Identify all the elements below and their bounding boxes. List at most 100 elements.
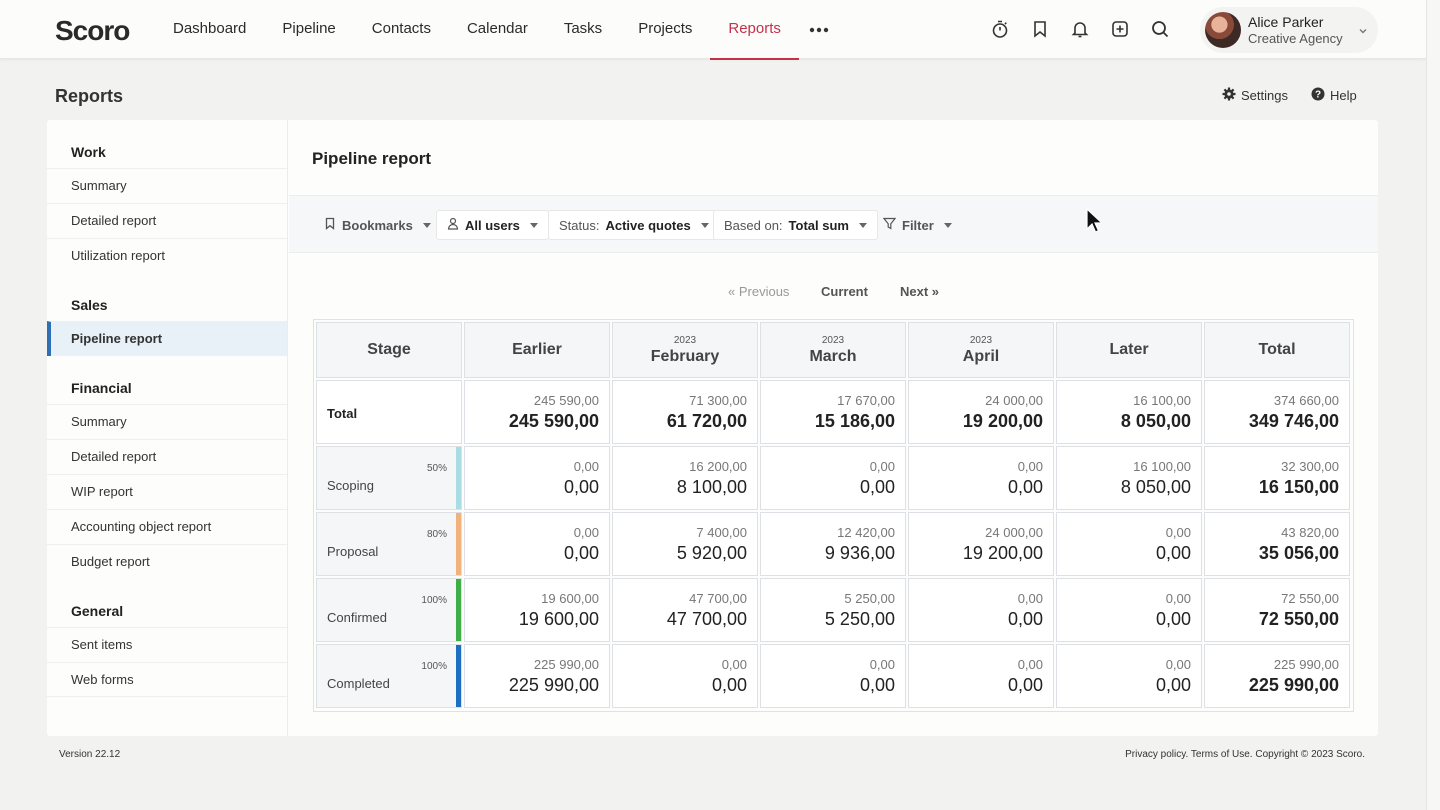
- sidebar-item-financial-summary[interactable]: Summary: [47, 404, 287, 439]
- add-icon[interactable]: [1105, 14, 1135, 44]
- more-horizontal-icon[interactable]: [799, 0, 839, 59]
- value-cell[interactable]: 0,00 0,00: [760, 446, 906, 510]
- value-main: 0,00: [563, 477, 599, 497]
- page-scrollbar[interactable]: [1426, 0, 1440, 810]
- help-link[interactable]: ? Help: [1311, 87, 1357, 104]
- column-header[interactable]: 2023 February: [612, 322, 758, 378]
- value-cell[interactable]: 72 550,00 72 550,00: [1204, 578, 1350, 642]
- column-header[interactable]: Total: [1204, 322, 1350, 378]
- value-cell[interactable]: 24 000,00 19 200,00: [908, 380, 1054, 444]
- value-cell[interactable]: 245 590,00 245 590,00: [464, 380, 610, 444]
- sidebar-item-pipeline-report[interactable]: Pipeline report: [47, 321, 287, 356]
- user-org: Creative Agency: [1248, 31, 1343, 46]
- value-cell[interactable]: 47 700,00 47 700,00: [612, 578, 758, 642]
- search-icon[interactable]: [1145, 14, 1175, 44]
- value-cell[interactable]: 32 300,00 16 150,00: [1204, 446, 1350, 510]
- value-cell[interactable]: 0,00 0,00: [908, 446, 1054, 510]
- caret-down-icon: [700, 222, 709, 228]
- nav-projects[interactable]: Projects: [620, 0, 710, 59]
- settings-link[interactable]: Settings: [1222, 87, 1288, 104]
- column-header[interactable]: 2023 April: [908, 322, 1054, 378]
- value-main: 19 200,00: [962, 543, 1043, 563]
- nav-contacts[interactable]: Contacts: [354, 0, 449, 59]
- value-cell[interactable]: 225 990,00 225 990,00: [464, 644, 610, 708]
- nav-pipeline[interactable]: Pipeline: [264, 0, 353, 59]
- based-on-dropdown[interactable]: Based on: Total sum: [713, 210, 878, 240]
- status-dropdown[interactable]: Status: Active quotes: [548, 210, 720, 240]
- sidebar-item-budget-report[interactable]: Budget report: [47, 544, 287, 579]
- previous-link[interactable]: « Previous: [728, 284, 789, 299]
- nav-dashboard[interactable]: Dashboard: [155, 0, 264, 59]
- value-weighted-base: 225 990,00: [533, 657, 599, 672]
- value-cell[interactable]: 225 990,00 225 990,00: [1204, 644, 1350, 708]
- value-cell[interactable]: 0,00 0,00: [612, 644, 758, 708]
- value-cell[interactable]: 43 820,00 35 056,00: [1204, 512, 1350, 576]
- column-header[interactable]: Later: [1056, 322, 1202, 378]
- sidebar-item-work-detailed-report[interactable]: Detailed report: [47, 203, 287, 238]
- column-year: 2023: [821, 334, 845, 346]
- bookmarks-label: Bookmarks: [342, 217, 413, 233]
- column-label: Earlier: [512, 341, 562, 358]
- nav-calendar[interactable]: Calendar: [449, 0, 546, 59]
- current-link[interactable]: Current: [821, 284, 868, 299]
- value-cell[interactable]: 0,00 0,00: [464, 446, 610, 510]
- value-cell[interactable]: 16 200,00 8 100,00: [612, 446, 758, 510]
- value-cell[interactable]: 16 100,00 8 050,00: [1056, 446, 1202, 510]
- settings-label: Settings: [1241, 88, 1288, 103]
- value-cell[interactable]: 0,00 0,00: [760, 644, 906, 708]
- filter-label: Filter: [902, 217, 934, 233]
- user-menu[interactable]: Alice Parker Creative Agency: [1200, 7, 1378, 53]
- stage-cell-scoping: 50% Scoping: [316, 446, 462, 510]
- value-main: 0,00: [1155, 609, 1191, 629]
- value-cell[interactable]: 374 660,00 349 746,00: [1204, 380, 1350, 444]
- value-cell[interactable]: 0,00 0,00: [908, 644, 1054, 708]
- value-cell[interactable]: 12 420,00 9 936,00: [760, 512, 906, 576]
- sidebar-item-wip-report[interactable]: WIP report: [47, 474, 287, 509]
- value-cell[interactable]: 0,00 0,00: [1056, 512, 1202, 576]
- filter-dropdown[interactable]: Filter: [872, 210, 963, 240]
- value-cell[interactable]: 71 300,00 61 720,00: [612, 380, 758, 444]
- value-weighted-base: 0,00: [1165, 525, 1191, 540]
- stage-cell-proposal: 80% Proposal: [316, 512, 462, 576]
- value-main: 349 746,00: [1248, 411, 1339, 431]
- column-header[interactable]: Stage: [316, 322, 462, 378]
- value-main: 0,00: [711, 675, 747, 695]
- stage-probability: 100%: [421, 595, 447, 606]
- value-main: 0,00: [1155, 675, 1191, 695]
- timer-icon[interactable]: [985, 14, 1015, 44]
- nav-tasks[interactable]: Tasks: [546, 0, 620, 59]
- value-cell[interactable]: 0,00 0,00: [1056, 644, 1202, 708]
- value-cell[interactable]: 5 250,00 5 250,00: [760, 578, 906, 642]
- total-row-label-cell: Total: [316, 380, 462, 444]
- value-weighted-base: 16 100,00: [1133, 393, 1191, 408]
- sidebar-item-sent-items[interactable]: Sent items: [47, 627, 287, 662]
- value-cell[interactable]: 0,00 0,00: [1056, 578, 1202, 642]
- value-cell[interactable]: 24 000,00 19 200,00: [908, 512, 1054, 576]
- value-cell[interactable]: 7 400,00 5 920,00: [612, 512, 758, 576]
- column-header[interactable]: Earlier: [464, 322, 610, 378]
- column-header[interactable]: 2023 March: [760, 322, 906, 378]
- column-label: Stage: [367, 341, 411, 358]
- value-weighted-base: 12 420,00: [837, 525, 895, 540]
- sidebar-item-utilization-report[interactable]: Utilization report: [47, 238, 287, 273]
- sidebar-item-work-summary[interactable]: Summary: [47, 168, 287, 203]
- stage-color-bar: [456, 447, 461, 509]
- sidebar-item-accounting-object-report[interactable]: Accounting object report: [47, 509, 287, 544]
- bookmarks-dropdown[interactable]: Bookmarks: [313, 210, 442, 240]
- next-link[interactable]: Next »: [900, 284, 939, 299]
- value-cell[interactable]: 19 600,00 19 600,00: [464, 578, 610, 642]
- bookmark-icon[interactable]: [1025, 14, 1055, 44]
- value-cell[interactable]: 16 100,00 8 050,00: [1056, 380, 1202, 444]
- stage-cell-completed: 100% Completed: [316, 644, 462, 708]
- sidebar-item-financial-detailed-report[interactable]: Detailed report: [47, 439, 287, 474]
- value-weighted-base: 0,00: [573, 459, 599, 474]
- nav-reports[interactable]: Reports: [710, 0, 799, 60]
- value-cell[interactable]: 0,00 0,00: [464, 512, 610, 576]
- scoro-logo[interactable]: Scoro: [55, 15, 130, 47]
- value-cell[interactable]: 17 670,00 15 186,00: [760, 380, 906, 444]
- sidebar-item-web-forms[interactable]: Web forms: [47, 662, 287, 697]
- users-dropdown[interactable]: All users: [436, 210, 549, 240]
- reports-sidebar: Work Summary Detailed report Utilization…: [47, 120, 288, 736]
- bell-icon[interactable]: [1065, 14, 1095, 44]
- value-cell[interactable]: 0,00 0,00: [908, 578, 1054, 642]
